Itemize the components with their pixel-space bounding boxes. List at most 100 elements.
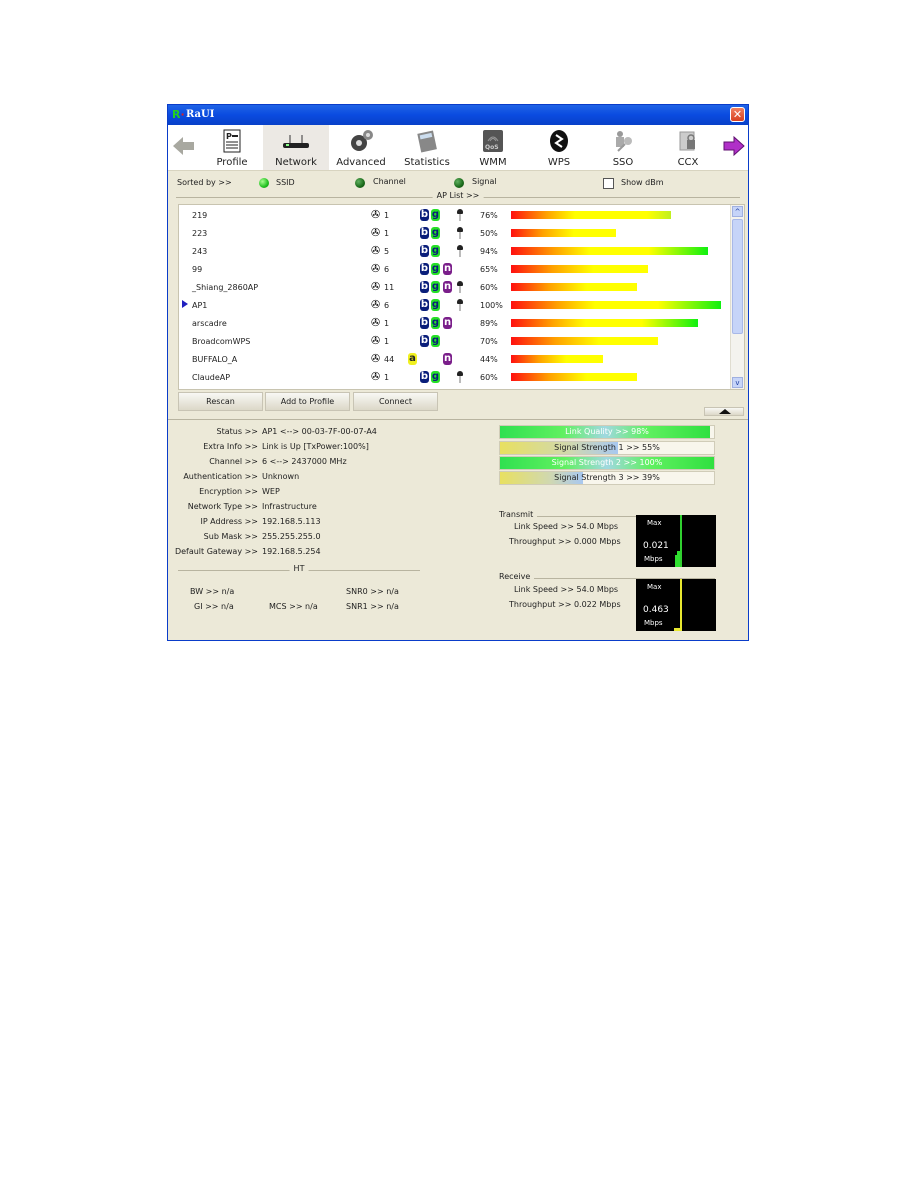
ap-signal-percent: 65%	[480, 265, 498, 274]
info-row: Encryption >> WEP	[168, 487, 488, 499]
ht-gi: GI >> n/a	[194, 602, 234, 611]
ap-ssid: AP1	[192, 301, 208, 310]
toolbar: P Profile Network Advanced Statistics QoS WMM W…	[168, 125, 748, 171]
close-button[interactable]: ✕	[730, 107, 745, 122]
receive-throughput: Throughput >> 0.022 Mbps	[509, 600, 621, 609]
ap-list-row[interactable]: 223 ✇ 1 b g 50%	[179, 224, 730, 242]
forward-arrow-icon[interactable]	[723, 135, 745, 157]
tab-network[interactable]: Network	[263, 125, 329, 170]
ap-signal-percent: 94%	[480, 247, 498, 256]
ap-channel: 44	[384, 355, 395, 364]
scroll-thumb[interactable]	[732, 219, 743, 334]
ap-signal-percent: 60%	[480, 373, 498, 382]
ap-list[interactable]: 219 ✇ 1 b g 76% 223 ✇ 1 b g 50% 243 ✇ 5 b g 94% 99 ✇ 6 b g n 65%…	[178, 204, 745, 390]
tab-statistics[interactable]: Statistics	[394, 125, 460, 170]
mode-g-icon: g	[431, 371, 440, 383]
wps-icon	[548, 129, 570, 153]
channel-icon: ✇	[371, 316, 381, 329]
ap-list-row[interactable]: AP1 ✇ 6 b g 100%	[179, 296, 730, 314]
ap-list-row[interactable]: _Shiang_2860AP ✇ 11 b g n 60%	[179, 278, 730, 296]
tab-ccx[interactable]: CCX	[655, 125, 721, 170]
quality-bar-label: Signal Strength 2 >> 100%	[551, 458, 663, 467]
mode-b-icon: b	[420, 299, 429, 311]
show-dbm-checkbox[interactable]	[603, 178, 614, 189]
tab-sso[interactable]: SSO	[590, 125, 656, 170]
ap-list-divider: AP List >>	[176, 191, 740, 200]
info-value: WEP	[262, 487, 280, 496]
ap-signal-bar	[511, 373, 637, 381]
quality-bar-label: Link Quality >> 98%	[565, 427, 649, 436]
info-value: Link is Up [TxPower:100%]	[262, 442, 369, 451]
tab-profile[interactable]: P Profile	[199, 125, 265, 170]
ap-list-row[interactable]: 243 ✇ 5 b g 94%	[179, 242, 730, 260]
ap-channel: 1	[384, 319, 390, 328]
scroll-down-button[interactable]: v	[732, 377, 743, 388]
sort-row: Sorted by >> SSID Channel Signal Show dB…	[168, 173, 748, 191]
advanced-icon	[348, 129, 374, 153]
back-arrow-icon[interactable]	[173, 135, 195, 157]
info-row: Default Gateway >> 192.168.5.254	[168, 547, 488, 559]
tab-label: Network	[275, 157, 317, 168]
channel-icon: ✇	[371, 370, 381, 383]
quality-bar: Signal Strength 1 >> 55%	[499, 441, 715, 455]
sort-channel-label: Channel	[373, 177, 406, 186]
info-label: Network Type >>	[187, 502, 258, 511]
info-label: Default Gateway >>	[174, 547, 258, 556]
quality-bar: Link Quality >> 98%	[499, 425, 715, 439]
ap-list-row[interactable]: 219 ✇ 1 b g 76%	[179, 206, 730, 224]
network-icon	[282, 129, 310, 153]
scroll-up-button[interactable]: ^	[732, 206, 743, 217]
mode-b-icon: b	[420, 317, 429, 329]
sort-signal-radio[interactable]	[454, 178, 464, 188]
transmit-graph-value: 0.021	[643, 541, 669, 551]
key-icon	[457, 245, 463, 257]
ht-snr0: SNR0 >> n/a	[346, 587, 399, 596]
key-icon	[457, 281, 463, 293]
ap-list-row[interactable]: ClaudeAP ✇ 1 b g 60%	[179, 368, 730, 386]
ht-mcs: MCS >> n/a	[269, 602, 318, 611]
transmit-link-speed: Link Speed >> 54.0 Mbps	[514, 522, 619, 531]
mode-g-icon: g	[431, 245, 440, 257]
ap-channel: 1	[384, 337, 390, 346]
tab-label: Advanced	[336, 157, 386, 168]
tab-label: WPS	[547, 157, 571, 168]
ap-list-row[interactable]: BroadcomWPS ✇ 1 b g 70%	[179, 332, 730, 350]
tab-wps[interactable]: WPS	[526, 125, 592, 170]
add-to-profile-button[interactable]: Add to Profile	[265, 392, 350, 411]
transmit-graph: Max 0.021 Mbps	[636, 515, 716, 567]
ap-signal-bar	[511, 319, 698, 327]
mode-b-icon: b	[420, 263, 429, 275]
channel-icon: ✇	[371, 334, 381, 347]
raui-window: R· RaUI ✕ P Profile Network Advanced Statist…	[167, 104, 749, 641]
tab-advanced[interactable]: Advanced	[328, 125, 394, 170]
wmm-qos-icon: QoS	[482, 129, 504, 153]
ap-list-row[interactable]: arscadre ✇ 1 b g n 89%	[179, 314, 730, 332]
tab-wmm[interactable]: QoS WMM	[460, 125, 526, 170]
connect-button[interactable]: Connect	[353, 392, 438, 411]
sort-channel-radio[interactable]	[355, 178, 365, 188]
sort-ssid-radio[interactable]	[259, 178, 269, 188]
key-icon	[457, 227, 463, 239]
info-label: Encryption >>	[199, 487, 258, 496]
selected-indicator-icon	[182, 300, 188, 308]
ap-channel: 6	[384, 301, 390, 310]
section-divider	[168, 419, 748, 420]
sort-label: Sorted by >>	[177, 178, 232, 187]
ap-signal-percent: 70%	[480, 337, 498, 346]
ap-list-scrollbar[interactable]: ^ v	[730, 205, 744, 389]
ap-list-row[interactable]: 99 ✇ 6 b g n 65%	[179, 260, 730, 278]
statistics-icon	[416, 129, 438, 153]
tab-label: WMM	[479, 157, 507, 168]
rescan-button[interactable]: Rescan	[178, 392, 263, 411]
collapse-button[interactable]	[704, 407, 744, 416]
ap-signal-percent: 60%	[480, 283, 498, 292]
tab-label: CCX	[677, 157, 699, 168]
ap-ssid: ClaudeAP	[192, 373, 231, 382]
ap-signal-percent: 76%	[480, 211, 498, 220]
ap-list-row[interactable]: BUFFALO_A ✇ 44 a n 44%	[179, 350, 730, 368]
quality-bar-label: Signal Strength 1 >> 55%	[554, 443, 660, 452]
profile-icon: P	[221, 129, 243, 153]
channel-icon: ✇	[371, 244, 381, 257]
svg-text:P: P	[226, 132, 232, 141]
mode-n-icon: n	[443, 281, 452, 293]
